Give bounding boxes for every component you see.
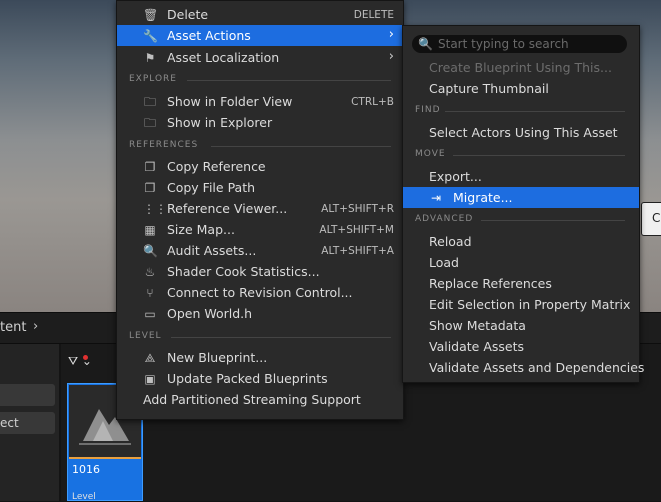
menu-item-delete[interactable]: 🗑 Delete DELETE: [117, 4, 403, 25]
search-icon: 🔍: [418, 37, 433, 51]
menu-item-open-world-h[interactable]: ▭ Open World.h: [117, 303, 403, 324]
menu-item-show-in-explorer[interactable]: 🗀 Show in Explorer: [117, 112, 403, 133]
menu-item-new-blueprint[interactable]: ⟁ New Blueprint...: [117, 347, 403, 368]
menu-item-validate-assets[interactable]: Validate Assets: [403, 336, 639, 357]
reference-viewer-icon: ⋮⋮: [143, 202, 167, 216]
asset-type-color-bar: [69, 457, 141, 459]
wrench-icon: 🔧: [143, 29, 158, 43]
menu-item-asset-actions[interactable]: 🔧 Asset Actions ›: [117, 25, 403, 46]
menu-item-select-actors-using-asset[interactable]: Select Actors Using This Asset: [403, 122, 639, 143]
menu-item-size-map[interactable]: ▦ Size Map... ALT+SHIFT+M: [117, 219, 403, 240]
submenu-arrow-icon: ›: [388, 27, 394, 42]
sources-panel: ect: [0, 344, 59, 501]
menu-item-reference-viewer[interactable]: ⋮⋮ Reference Viewer... ALT+SHIFT+R: [117, 198, 403, 219]
menu-item-show-in-folder-view[interactable]: 🗀 Show in Folder View CTRL+B: [117, 91, 403, 112]
chevron-right-icon[interactable]: ›: [33, 319, 38, 334]
revision-control-icon: ⑂: [146, 286, 154, 300]
menu-item-copy-file-path[interactable]: ❐ Copy File Path: [117, 177, 403, 198]
copy-icon: ❐: [144, 160, 156, 174]
menu-item-update-packed-blueprints[interactable]: ▣ Update Packed Blueprints: [117, 368, 403, 389]
filter-active-dot: [83, 355, 88, 360]
section-level: LEVEL: [129, 331, 391, 345]
breadcrumb-content[interactable]: tent: [0, 320, 26, 335]
sources-button[interactable]: [0, 384, 55, 406]
submenu-arrow-icon: ›: [388, 49, 394, 64]
section-references: REFERENCES: [129, 140, 391, 154]
asset-name: 1016: [72, 463, 100, 476]
section-move: MOVE: [415, 149, 625, 163]
menu-item-capture-thumbnail[interactable]: Capture Thumbnail: [403, 78, 639, 99]
menu-item-shader-cook-statistics[interactable]: ♨ Shader Cook Statistics...: [117, 261, 403, 282]
menu-item-show-metadata[interactable]: Show Metadata: [403, 315, 639, 336]
packed-blueprint-icon: ▣: [144, 372, 156, 386]
folder-search-icon: 🗀: [143, 116, 156, 130]
menu-item-copy-reference[interactable]: ❐ Copy Reference: [117, 156, 403, 177]
filter-icon[interactable]: ⛛ ⌄: [68, 354, 92, 369]
shader-icon: ♨: [144, 265, 156, 279]
submenu-search-box[interactable]: 🔍: [412, 35, 627, 53]
menu-item-asset-localization[interactable]: ⚑ Asset Localization ›: [117, 47, 403, 68]
menu-item-create-blueprint-using-this: Create Blueprint Using This...: [429, 60, 612, 75]
select-button[interactable]: ect: [0, 412, 55, 434]
blueprint-icon: ⟁: [144, 351, 156, 365]
menu-item-edit-property-matrix[interactable]: Edit Selection in Property Matrix: [403, 294, 639, 315]
menu-item-reload[interactable]: Reload: [403, 231, 639, 252]
flag-icon: ⚑: [144, 51, 156, 65]
menu-item-add-partitioned-streaming[interactable]: Add Partitioned Streaming Support: [117, 389, 403, 410]
cpp-file-icon: ▭: [144, 307, 156, 321]
menu-item-connect-revision-control[interactable]: ⑂ Connect to Revision Control...: [117, 282, 403, 303]
menu-item-load[interactable]: Load: [403, 252, 639, 273]
copy-icon: ❐: [144, 181, 156, 195]
audit-icon: 🔍: [143, 244, 158, 258]
folder-search-icon: 🗀: [143, 95, 156, 109]
menu-item-validate-assets-dependencies[interactable]: Validate Assets and Dependencies: [403, 357, 644, 378]
menu-item-audit-assets[interactable]: 🔍 Audit Assets... ALT+SHIFT+A: [117, 240, 403, 261]
menu-item-replace-references[interactable]: Replace References: [403, 273, 639, 294]
trash-icon: 🗑: [143, 8, 159, 22]
size-map-icon: ▦: [144, 223, 156, 237]
section-find: FIND: [415, 105, 625, 119]
menu-item-migrate[interactable]: ⇥ Migrate...: [403, 187, 639, 208]
asset-context-menu: 🗑 Delete DELETE 🔧 Asset Actions › ⚑ Asse…: [116, 0, 404, 420]
section-advanced: ADVANCED: [415, 214, 625, 228]
section-explore: EXPLORE: [129, 74, 391, 88]
asset-actions-submenu: 🔍 Create Blueprint Using This... Capture…: [402, 25, 644, 383]
tooltip-popup: C: [641, 202, 661, 236]
menu-item-export[interactable]: Export...: [403, 166, 639, 187]
search-input[interactable]: [438, 36, 623, 52]
migrate-icon: ⇥: [430, 191, 442, 205]
